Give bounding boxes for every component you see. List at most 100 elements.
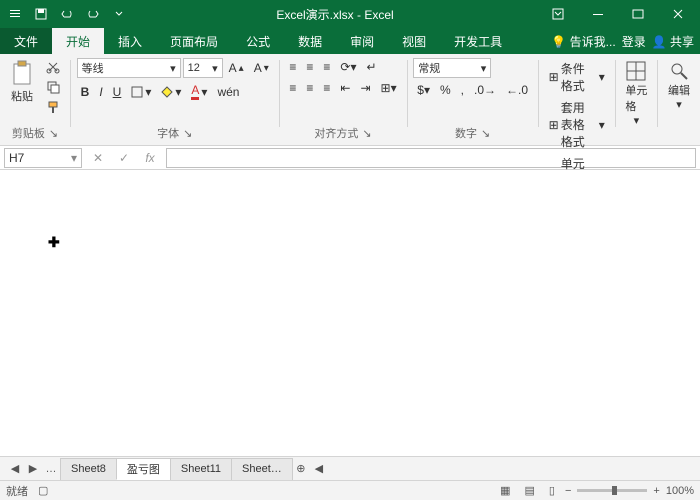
copy-icon[interactable] bbox=[42, 78, 64, 96]
tab-review[interactable]: 审阅 bbox=[336, 28, 388, 54]
maximize-button[interactable] bbox=[620, 4, 656, 24]
sheet-nav-next[interactable]: ▶ bbox=[24, 462, 42, 475]
group-font: 等线▾ 12▾ A▴ A▾ B I U ▾ ▾ A▾ wén 字体 ↘ bbox=[71, 54, 279, 145]
editing-button[interactable]: 编辑▾ bbox=[664, 58, 694, 113]
zoom-in-button[interactable]: + bbox=[653, 485, 659, 497]
align-label: 对齐方式 ↘ bbox=[285, 125, 400, 143]
font-name-combo[interactable]: 等线▾ bbox=[77, 58, 181, 78]
merge-icon[interactable]: ⊞▾ bbox=[377, 79, 401, 97]
bold-button[interactable]: B bbox=[77, 83, 94, 101]
currency-icon[interactable]: $▾ bbox=[413, 81, 434, 99]
format-painter-icon[interactable] bbox=[42, 98, 64, 116]
view-layout-icon[interactable]: ▤ bbox=[521, 482, 539, 499]
tab-formula[interactable]: 公式 bbox=[232, 28, 284, 54]
signin-link[interactable]: 登录 bbox=[622, 33, 646, 50]
sheet-tab[interactable]: Sheet8 bbox=[60, 458, 117, 480]
undo-icon[interactable] bbox=[56, 3, 78, 25]
cells-button[interactable]: 单元格▾ bbox=[621, 58, 651, 129]
ribbon-tabs: 文件 开始 插入 页面布局 公式 数据 审阅 视图 开发工具 💡 告诉我... … bbox=[0, 28, 700, 54]
sheet-tab-bar: ◀ ▶ … Sheet8 盈亏图 Sheet11 Sheet… ⊕ ◀ bbox=[0, 456, 700, 480]
tab-file[interactable]: 文件 bbox=[0, 28, 52, 54]
align-right-icon[interactable]: ≡ bbox=[319, 79, 334, 97]
plus-cursor-icon: ✚ bbox=[48, 234, 60, 251]
fill-color-icon[interactable]: ▾ bbox=[157, 83, 185, 101]
status-ready: 就绪 bbox=[6, 483, 28, 499]
group-editing: 编辑▾ bbox=[658, 54, 700, 145]
dialog-launcher-icon[interactable]: ↘ bbox=[183, 127, 192, 140]
tab-dev[interactable]: 开发工具 bbox=[440, 28, 516, 54]
sheet-nav-more[interactable]: … bbox=[42, 463, 60, 475]
view-pagebreak-icon[interactable]: ▯ bbox=[545, 482, 559, 499]
tab-insert[interactable]: 插入 bbox=[104, 28, 156, 54]
zoom-out-button[interactable]: − bbox=[565, 485, 571, 497]
sheet-tab[interactable]: Sheet… bbox=[231, 458, 293, 480]
group-number: 常规▾ $▾ % , .0→ ←.0 数字 ↘ bbox=[407, 54, 538, 145]
align-center-icon[interactable]: ≡ bbox=[302, 79, 317, 97]
comma-icon[interactable]: , bbox=[457, 81, 468, 99]
increase-decimal-icon[interactable]: .0→ bbox=[470, 81, 500, 99]
dialog-launcher-icon[interactable]: ↘ bbox=[481, 127, 490, 140]
align-top-icon[interactable]: ≡ bbox=[285, 58, 300, 76]
macro-recording-icon[interactable]: ▢ bbox=[38, 484, 48, 497]
dialog-launcher-icon[interactable]: ↘ bbox=[49, 127, 58, 140]
close-button[interactable] bbox=[660, 4, 696, 24]
font-color-icon[interactable]: A▾ bbox=[187, 81, 211, 102]
cancel-formula-icon[interactable]: ✕ bbox=[88, 151, 108, 165]
app-menu-icon[interactable] bbox=[4, 3, 26, 25]
wrap-text-icon[interactable]: ↵ bbox=[363, 58, 381, 76]
align-middle-icon[interactable]: ≡ bbox=[302, 58, 317, 76]
qat-dropdown-icon[interactable] bbox=[108, 3, 130, 25]
increase-indent-icon[interactable]: ⇥ bbox=[356, 79, 374, 97]
name-box[interactable]: H7▾ bbox=[4, 148, 82, 168]
cond-format-button[interactable]: ⊞ 条件格式 ▾ bbox=[545, 58, 609, 96]
font-size-combo[interactable]: 12▾ bbox=[183, 58, 223, 78]
align-left-icon[interactable]: ≡ bbox=[285, 79, 300, 97]
zoom-level[interactable]: 100% bbox=[666, 485, 694, 497]
redo-icon[interactable] bbox=[82, 3, 104, 25]
sheet-tab[interactable]: Sheet11 bbox=[170, 458, 232, 480]
status-bar: 就绪 ▢ ▦ ▤ ▯ − + 100% bbox=[0, 480, 700, 500]
italic-button[interactable]: I bbox=[95, 83, 106, 101]
save-icon[interactable] bbox=[30, 3, 52, 25]
phonetic-icon[interactable]: wén bbox=[213, 83, 243, 101]
title-bar: Excel演示.xlsx - Excel bbox=[0, 0, 700, 28]
underline-button[interactable]: U bbox=[109, 83, 126, 101]
border-icon[interactable]: ▾ bbox=[127, 83, 155, 101]
cut-icon[interactable] bbox=[42, 58, 64, 76]
view-normal-icon[interactable]: ▦ bbox=[496, 482, 514, 499]
worksheet[interactable]: ✚ bbox=[0, 170, 700, 456]
decrease-font-icon[interactable]: A▾ bbox=[250, 59, 273, 77]
tab-home[interactable]: 开始 bbox=[52, 28, 104, 54]
align-bottom-icon[interactable]: ≡ bbox=[319, 58, 334, 76]
percent-icon[interactable]: % bbox=[436, 81, 455, 99]
decrease-decimal-icon[interactable]: ←.0 bbox=[502, 81, 532, 99]
enter-formula-icon[interactable]: ✓ bbox=[114, 151, 134, 165]
tell-me[interactable]: 💡 告诉我... bbox=[551, 33, 615, 50]
ribbon-options-icon[interactable] bbox=[540, 4, 576, 24]
number-label: 数字 ↘ bbox=[413, 125, 532, 143]
formula-input[interactable] bbox=[166, 148, 696, 168]
table-format-button[interactable]: ⊞ 套用表格格式 ▾ bbox=[545, 97, 609, 152]
zoom-slider[interactable] bbox=[577, 489, 647, 492]
font-label: 字体 ↘ bbox=[77, 125, 273, 143]
tab-layout[interactable]: 页面布局 bbox=[156, 28, 232, 54]
orientation-icon[interactable]: ⟳▾ bbox=[336, 58, 360, 76]
sheet-tab[interactable]: 盈亏图 bbox=[116, 458, 171, 480]
group-styles: ⊞ 条件格式 ▾ ⊞ 套用表格格式 ▾ ⊞ 单元格样式 ▾ 样式 bbox=[539, 54, 615, 145]
increase-font-icon[interactable]: A▴ bbox=[225, 59, 248, 77]
tab-data[interactable]: 数据 bbox=[284, 28, 336, 54]
minimize-button[interactable] bbox=[580, 4, 616, 24]
paste-button[interactable]: 粘贴 bbox=[6, 58, 38, 106]
clipboard-label: 剪贴板 ↘ bbox=[6, 125, 64, 143]
dialog-launcher-icon[interactable]: ↘ bbox=[362, 127, 371, 140]
number-format-combo[interactable]: 常规▾ bbox=[413, 58, 491, 78]
ribbon: 粘贴 剪贴板 ↘ 等线▾ 12▾ A▴ A▾ B I U ▾ ▾ bbox=[0, 54, 700, 146]
new-sheet-button[interactable]: ⊕ bbox=[292, 462, 310, 475]
tab-view[interactable]: 视图 bbox=[388, 28, 440, 54]
decrease-indent-icon[interactable]: ⇤ bbox=[336, 79, 354, 97]
group-align: ≡ ≡ ≡ ⟳▾ ↵ ≡ ≡ ≡ ⇤ ⇥ ⊞▾ 对齐方式 ↘ bbox=[279, 54, 406, 145]
fx-icon[interactable]: fx bbox=[140, 151, 160, 165]
sheet-nav-scroll[interactable]: ◀ bbox=[310, 462, 328, 475]
share-button[interactable]: 👤 共享 bbox=[652, 33, 694, 50]
sheet-nav-prev[interactable]: ◀ bbox=[6, 462, 24, 475]
